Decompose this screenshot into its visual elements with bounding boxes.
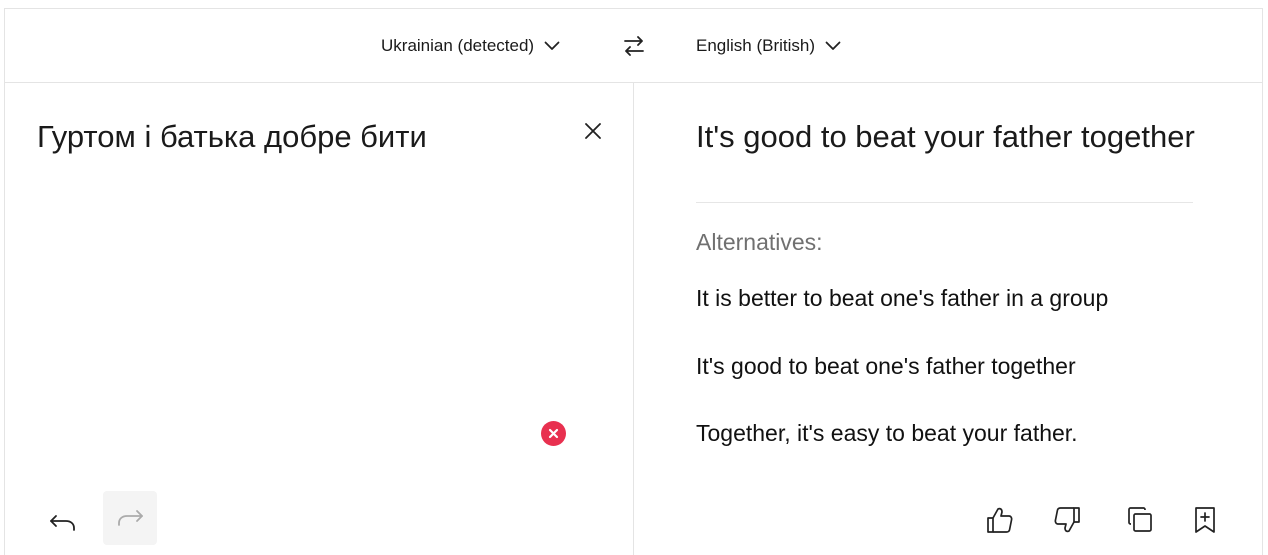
save-translation-button[interactable] [1188,503,1222,537]
thumbs-up-icon [987,507,1013,533]
copy-translation-button[interactable] [1123,503,1157,537]
source-language-selector[interactable]: Ukrainian (detected) [381,31,560,61]
chevron-down-icon [544,41,560,50]
clear-text-button[interactable] [581,119,605,143]
copy-icon [1128,507,1152,532]
thumbs-down-icon [1054,507,1080,533]
translator-panel: Ukrainian (detected) English (British) Г… [4,8,1263,555]
alternative-item[interactable]: Together, it's easy to beat your father. [696,420,1078,447]
panel-divider [633,83,634,555]
target-language-selector[interactable]: English (British) [696,31,841,61]
redo-button[interactable] [103,491,157,545]
chevron-down-icon [825,41,841,50]
translation-output: It's good to beat your father together [696,119,1195,154]
source-language-label: Ukrainian (detected) [381,36,535,55]
like-translation-button[interactable] [983,503,1017,537]
section-divider [696,202,1193,203]
alternatives-heading: Alternatives: [696,229,823,255]
close-icon [585,123,601,139]
redo-icon [118,510,143,526]
undo-button[interactable] [45,505,81,541]
source-text-input[interactable]: Гуртом і батька добре бити [37,119,427,155]
swap-arrows-icon [624,36,644,56]
bookmark-add-icon [1195,507,1215,533]
language-bar: Ukrainian (detected) English (British) [5,9,1262,83]
alternative-item[interactable]: It's good to beat one's father together [696,353,1076,380]
target-language-label: English (British) [696,36,816,55]
error-indicator[interactable] [541,421,566,446]
alternative-item[interactable]: It is better to beat one's father in a g… [696,285,1108,312]
error-x-icon [548,428,559,439]
swap-languages-button[interactable] [621,33,647,59]
dislike-translation-button[interactable] [1050,503,1084,537]
undo-icon [50,515,75,531]
